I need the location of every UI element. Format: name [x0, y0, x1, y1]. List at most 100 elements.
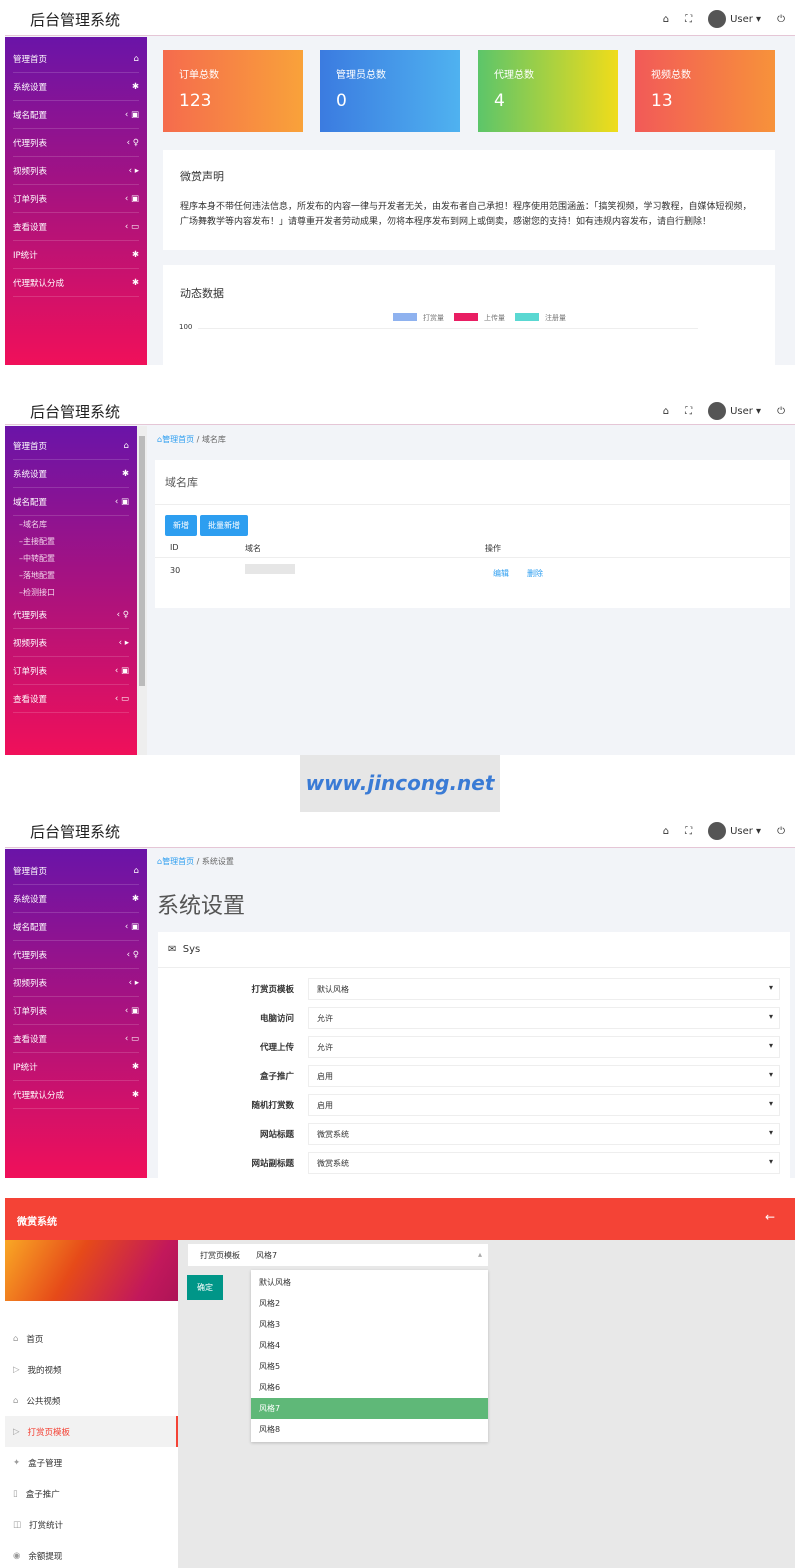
sidebar-item[interactable]: 域名配置 ‹ ▣ — [13, 913, 139, 941]
sidebar-item[interactable]: IP统计 ✱ — [13, 1053, 139, 1081]
sidebar-item[interactable]: 查看设置 ‹ ▭ — [13, 1025, 139, 1053]
legend-label[interactable]: 打赏量 — [423, 313, 444, 323]
dropdown-option[interactable]: 风格8 — [251, 1419, 488, 1440]
field-label: 随机打赏数 — [251, 1100, 294, 1111]
menu-icon: ▯ — [13, 1488, 18, 1499]
sidebar-item-icon: ✱ — [131, 81, 139, 92]
sidebar-item[interactable]: 订单列表 ‹ ▣ — [13, 997, 139, 1025]
dropdown-option[interactable]: 风格5 — [251, 1356, 488, 1377]
sidebar-item[interactable]: 视频列表 ‹ ▸ — [13, 157, 139, 185]
user-menu[interactable]: User ▾ — [708, 10, 761, 28]
sidebar-item[interactable]: 管理首页 ⌂ — [13, 45, 139, 73]
dropdown-option[interactable]: 默认风格 — [251, 1272, 488, 1293]
sidebar-item-icon: ‹ ▭ — [124, 1033, 139, 1044]
menu-item[interactable]: ▷ 我的视频 — [5, 1354, 178, 1385]
sidebar-item-icon: ✱ — [131, 1061, 139, 1072]
menu-item[interactable]: ◫ 打赏统计 — [5, 1509, 178, 1540]
dropdown-option[interactable]: 风格7 — [251, 1398, 488, 1419]
menu-item[interactable]: ✦ 盒子管理 — [5, 1447, 178, 1478]
dropdown-option[interactable]: 风格3 — [251, 1314, 488, 1335]
user-menu[interactable]: User ▾ — [708, 822, 761, 840]
sidebar-item[interactable]: 视频列表 ‹ ▸ — [13, 629, 129, 657]
breadcrumb: ⌂管理首页 / 域名库 — [157, 435, 226, 444]
sidebar-item-label: 系统设置 — [13, 894, 48, 905]
sidebar-item[interactable]: 系统设置 ✱ — [13, 460, 129, 488]
sidebar-item[interactable]: 代理列表 ‹ ♀ — [13, 941, 139, 969]
template-select[interactable]: 风格7 ▴ — [250, 1250, 488, 1261]
fullscreen-icon[interactable]: ⛶ — [685, 406, 692, 417]
batch-add-button[interactable]: 批量新增 — [200, 515, 248, 536]
menu-item[interactable]: ◉ 余额提现 — [5, 1540, 178, 1568]
form-row: 代理上传 允许 — [158, 1032, 790, 1061]
edit-link[interactable]: 编辑 — [493, 568, 509, 579]
field-select[interactable]: 允许 — [308, 1006, 780, 1029]
submenu-item[interactable]: – 检测接口 — [5, 584, 137, 601]
user-menu[interactable]: User ▾ — [708, 402, 761, 420]
back-icon[interactable]: ← — [765, 1210, 775, 1224]
sidebar-item[interactable]: 管理首页 ⌂ — [13, 857, 139, 885]
fullscreen-icon[interactable]: ⛶ — [685, 14, 692, 25]
stat-card[interactable]: 管理员总数 0 — [320, 50, 460, 132]
sidebar-item[interactable]: 订单列表 ‹ ▣ — [13, 185, 139, 213]
home-icon[interactable]: ⌂ — [663, 406, 669, 417]
submenu-item[interactable]: – 落地配置 — [5, 567, 137, 584]
sidebar-item[interactable]: 域名配置 ‹ ▣ — [13, 488, 129, 516]
home-icon[interactable]: ⌂ — [663, 14, 669, 25]
stat-card[interactable]: 订单总数 123 — [163, 50, 303, 132]
menu-label: 我的视频 — [27, 1365, 62, 1376]
sidebar-scrollbar[interactable] — [137, 426, 147, 755]
fullscreen-icon[interactable]: ⛶ — [685, 826, 692, 837]
dropdown-option[interactable]: 风格2 — [251, 1293, 488, 1314]
sidebar-item-label: 域名配置 — [13, 497, 48, 508]
sidebar-item-icon: ‹ ♀ — [126, 137, 139, 148]
app-title: 微赏系统 — [17, 1217, 57, 1228]
add-button[interactable]: 新增 — [165, 515, 197, 536]
field-select[interactable]: 微赏系统 — [308, 1122, 780, 1145]
sidebar-item[interactable]: IP统计 ✱ — [13, 241, 139, 269]
sidebar-item[interactable]: 代理列表 ‹ ♀ — [13, 129, 139, 157]
field-select[interactable]: 启用 — [308, 1064, 780, 1087]
confirm-button[interactable]: 确定 — [187, 1275, 223, 1300]
menu-label: 首页 — [26, 1334, 44, 1345]
delete-link[interactable]: 删除 — [527, 568, 543, 579]
field-select[interactable]: 微赏系统 — [308, 1151, 780, 1174]
sidebar-item[interactable]: 查看设置 ‹ ▭ — [13, 213, 139, 241]
dropdown-option[interactable]: 风格6 — [251, 1377, 488, 1398]
sidebar-item[interactable]: 视频列表 ‹ ▸ — [13, 969, 139, 997]
power-icon[interactable]: ⏻ — [777, 14, 785, 25]
sidebar-item[interactable]: 代理列表 ‹ ♀ — [13, 601, 129, 629]
legend-label[interactable]: 上传量 — [484, 313, 505, 323]
sidebar-item[interactable]: 系统设置 ✱ — [13, 885, 139, 913]
stat-card[interactable]: 代理总数 4 — [478, 50, 618, 132]
menu-item[interactable]: ⌂ 首页 — [5, 1323, 178, 1354]
sidebar-item[interactable]: 域名配置 ‹ ▣ — [13, 101, 139, 129]
submenu-item[interactable]: – 域名库 — [5, 516, 137, 533]
sidebar-item[interactable]: 订单列表 ‹ ▣ — [13, 657, 129, 685]
sidebar-item[interactable]: 代理默认分成 ✱ — [13, 269, 139, 297]
field-select[interactable]: 启用 — [308, 1093, 780, 1116]
menu-label: 盒子管理 — [28, 1458, 63, 1469]
breadcrumb-home[interactable]: ⌂管理首页 — [157, 435, 194, 444]
sidebar: 管理首页 ⌂ 系统设置 ✱ 域名配置 ‹ ▣ 代理列表 ‹ ♀ 视频列表 ‹ ▸ 订单列表 ‹ ▣ 查看… — [5, 849, 147, 1178]
submenu-item[interactable]: – 中转配置 — [5, 550, 137, 567]
menu-item[interactable]: ▷ 打赏页模板 — [5, 1416, 178, 1447]
breadcrumb-home[interactable]: ⌂管理首页 — [157, 857, 194, 866]
sidebar-item[interactable]: 管理首页 ⌂ — [13, 432, 129, 460]
stat-value: 13 — [651, 91, 673, 111]
power-icon[interactable]: ⏻ — [777, 826, 785, 837]
power-icon[interactable]: ⏻ — [777, 406, 785, 417]
sidebar-item-icon: ‹ ▣ — [124, 109, 139, 120]
menu-item[interactable]: ⌂ 公共视频 — [5, 1385, 178, 1416]
sidebar-item[interactable]: 查看设置 ‹ ▭ — [13, 685, 129, 713]
sidebar-item[interactable]: 代理默认分成 ✱ — [13, 1081, 139, 1109]
legend-label[interactable]: 注册量 — [545, 313, 566, 323]
sidebar-item-label: 代理默认分成 — [13, 278, 65, 289]
sidebar-item[interactable]: 系统设置 ✱ — [13, 73, 139, 101]
dropdown-option[interactable]: 风格4 — [251, 1335, 488, 1356]
stat-card[interactable]: 视频总数 13 — [635, 50, 775, 132]
home-icon[interactable]: ⌂ — [663, 826, 669, 837]
field-select[interactable]: 默认风格 — [308, 977, 780, 1000]
field-select[interactable]: 允许 — [308, 1035, 780, 1058]
submenu-item[interactable]: – 主接配置 — [5, 533, 137, 550]
menu-item[interactable]: ▯ 盒子推广 — [5, 1478, 178, 1509]
